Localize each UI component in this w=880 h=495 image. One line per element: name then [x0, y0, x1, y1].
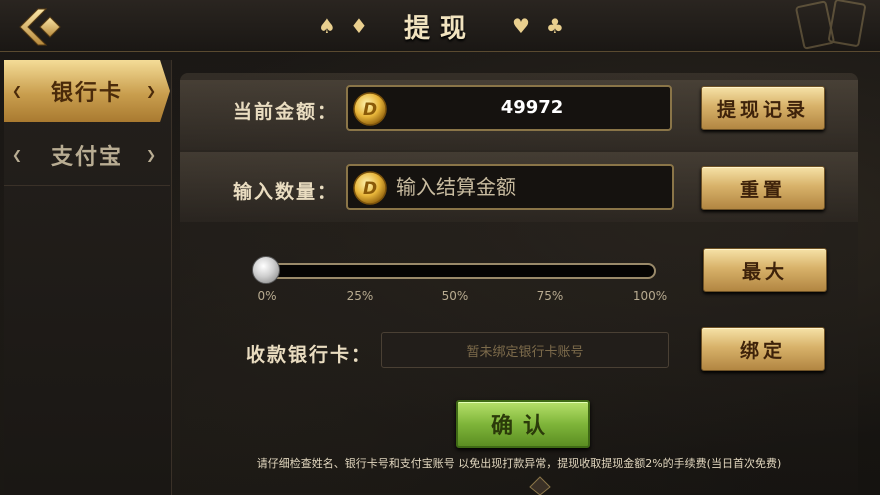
amount-label: 输入数量：: [232, 181, 338, 203]
balance-value: 49972: [500, 97, 564, 118]
bank-card-field: 暂未绑定银行卡账号: [381, 332, 669, 368]
tab-label: 银行卡: [50, 81, 123, 106]
page-title: 提现: [403, 14, 476, 44]
gold-coin-icon: D: [353, 92, 387, 126]
balance-label: 当前金额：: [232, 101, 338, 123]
tab-label: 支付宝: [50, 144, 123, 170]
chevron-right-icon: ❯: [145, 84, 158, 98]
card-decoration-icon: [795, 0, 866, 50]
tab-alipay[interactable]: ❮ 支付宝 ❯: [4, 124, 170, 186]
chevron-left-icon: ❮: [12, 147, 25, 162]
balance-field: D 49972: [346, 85, 672, 131]
slider-tick-label: 75%: [536, 289, 564, 303]
bind-button[interactable]: 绑定: [701, 327, 825, 371]
amount-input[interactable]: [396, 169, 664, 205]
ornament-icon: [529, 476, 551, 495]
amount-slider-track[interactable]: [256, 263, 656, 279]
slider-tick-label: 0%: [257, 289, 277, 303]
sidebar: ❮ 银行卡 ❯ ❮ 支付宝 ❯: [4, 60, 172, 495]
bank-card-label: 收款银行卡：: [245, 344, 372, 366]
tab-bank-card[interactable]: ❮ 银行卡 ❯: [4, 60, 170, 122]
max-button[interactable]: 最大: [703, 248, 827, 292]
svg-text:D: D: [363, 179, 377, 199]
slider-tick-label: 50%: [441, 289, 469, 303]
gold-coin-icon: D: [353, 171, 387, 205]
header-bar: ♠ ♦ 提现 ♥ ♣: [0, 0, 880, 52]
slider-tick-label: 25%: [346, 289, 374, 303]
heart-icon: ♥: [512, 14, 530, 38]
svg-text:D: D: [363, 100, 377, 120]
slider-handle[interactable]: [252, 256, 280, 284]
club-icon: ♣: [546, 14, 564, 38]
amount-field: D: [346, 164, 674, 210]
chevron-right-icon: ❯: [145, 147, 158, 162]
chevron-left-icon: ❮: [12, 84, 25, 98]
withdraw-notice: 请仔细检查姓名、银行卡号和支付宝账号 以免出现打款异常，提现收取提现金额2%的手…: [256, 457, 782, 470]
withdraw-history-button[interactable]: 提现记录: [701, 86, 825, 130]
confirm-button[interactable]: 确认: [456, 400, 590, 448]
slider-tick-label: 100%: [632, 289, 668, 303]
reset-button[interactable]: 重置: [701, 166, 825, 210]
